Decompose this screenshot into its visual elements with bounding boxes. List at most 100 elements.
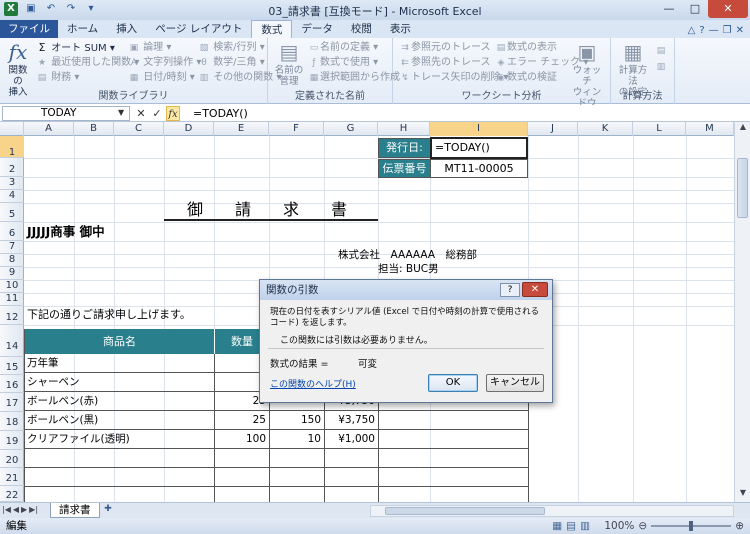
note-cell[interactable] xyxy=(379,449,529,468)
tab-data[interactable]: データ xyxy=(292,20,342,38)
row-header[interactable]: 9 xyxy=(0,267,24,280)
row-header[interactable]: 16 xyxy=(0,375,24,393)
tab-review[interactable]: 校閲 xyxy=(342,20,381,38)
zoom-slider-knob[interactable] xyxy=(689,521,694,531)
product-name-cell[interactable] xyxy=(25,468,215,487)
math-button[interactable]: θ 数学/三角 ▾ xyxy=(198,56,265,70)
trace-precedents-button[interactable]: ⇉ 参照元のトレース xyxy=(399,41,490,55)
last-sheet-icon[interactable]: ▶| xyxy=(29,505,38,514)
enter-entry-icon[interactable]: ✓ xyxy=(150,106,164,121)
row-header[interactable]: 22 xyxy=(0,486,24,502)
prev-sheet-icon[interactable]: ◀ xyxy=(13,505,19,514)
issue-date-label[interactable]: 発行日: xyxy=(378,138,431,158)
trace-dependents-button[interactable]: ⇇ 参照先のトレース xyxy=(399,56,490,70)
column-header[interactable]: B xyxy=(74,122,114,136)
close-button[interactable]: ✕ xyxy=(708,0,748,18)
row-header[interactable]: 19 xyxy=(0,431,24,450)
datetime-button[interactable]: ▦ 日付/時刻 ▾ xyxy=(128,71,195,85)
tab-view[interactable]: 表示 xyxy=(381,20,420,38)
sheet-tab-invoice[interactable]: 請求書 xyxy=(50,503,100,518)
qty-cell[interactable]: 100 xyxy=(215,430,270,449)
show-formulas-button[interactable]: ▤ 数式の表示 xyxy=(495,41,557,55)
name-manager-button[interactable]: ▤ 名前の 管理 xyxy=(274,40,304,87)
remove-arrows-button[interactable]: ↯ トレース矢印の削除 ▾ xyxy=(399,71,508,85)
vertical-scrollbar[interactable]: ▲ ▼ xyxy=(734,122,750,502)
tab-formulas[interactable]: 数式 xyxy=(251,20,293,38)
column-header[interactable]: D xyxy=(164,122,214,136)
table-header-product[interactable]: 商品名 xyxy=(25,329,215,354)
price-cell[interactable]: 150 xyxy=(270,411,325,430)
autosum-button[interactable]: Σ オート SUM ▾ xyxy=(36,41,115,55)
row-header[interactable]: 8 xyxy=(0,254,24,267)
amount-cell[interactable] xyxy=(325,449,379,468)
horizontal-scroll-thumb[interactable] xyxy=(385,507,545,515)
name-box-dropdown-icon[interactable]: ▼ xyxy=(118,108,124,117)
row-header[interactable]: 14 xyxy=(0,325,24,357)
customer-name[interactable]: JJJJJ商事 御中 xyxy=(27,222,105,241)
price-cell[interactable] xyxy=(270,487,325,502)
person-name[interactable]: 担当: BUC男 xyxy=(378,263,439,276)
column-header[interactable]: M xyxy=(686,122,734,136)
name-box[interactable]: TODAY xyxy=(2,106,130,121)
financial-button[interactable]: ▤ 財務 ▾ xyxy=(36,71,80,85)
page-break-view-icon[interactable]: ▥ xyxy=(580,518,590,534)
maximize-button[interactable]: □ xyxy=(682,0,708,18)
note-cell[interactable] xyxy=(379,487,529,502)
row-header[interactable]: 17 xyxy=(0,393,24,412)
qty-cell[interactable] xyxy=(215,468,270,487)
zoom-in-icon[interactable]: ⊕ xyxy=(735,518,744,534)
qty-cell[interactable] xyxy=(215,487,270,502)
tab-home[interactable]: ホーム xyxy=(58,20,107,38)
row-header[interactable]: 20 xyxy=(0,450,24,468)
new-sheet-icon[interactable]: ✚ xyxy=(100,504,116,517)
product-name-cell[interactable]: ボールペン(赤) xyxy=(25,392,215,411)
column-header[interactable]: J xyxy=(528,122,578,136)
vertical-scroll-thumb[interactable] xyxy=(737,158,748,218)
normal-view-icon[interactable]: ▦ xyxy=(552,518,562,534)
cancel-entry-icon[interactable]: ✕ xyxy=(134,106,148,121)
recent-functions-button[interactable]: ★ 最近使用した関数 ▾ xyxy=(36,56,139,70)
formula-input[interactable]: =TODAY() xyxy=(190,106,736,121)
row-header[interactable]: 12 xyxy=(0,306,24,325)
evaluate-formula-button[interactable]: ◉ 数式の検証 xyxy=(495,71,557,85)
zoom-slider[interactable] xyxy=(651,521,732,531)
row-header[interactable]: 21 xyxy=(0,468,24,486)
row-header[interactable]: 7 xyxy=(0,241,24,254)
amount-cell[interactable] xyxy=(325,487,379,502)
qty-cell[interactable] xyxy=(215,449,270,468)
lookup-button[interactable]: ▧ 検索/行列 ▾ xyxy=(198,41,265,55)
product-name-cell[interactable]: シャーペン xyxy=(25,373,215,392)
column-header[interactable]: L xyxy=(633,122,686,136)
row-header[interactable]: 3 xyxy=(0,177,24,190)
row-header[interactable]: 10 xyxy=(0,280,24,293)
column-header[interactable]: I xyxy=(430,122,528,136)
horizontal-scrollbar[interactable] xyxy=(370,505,734,517)
next-sheet-icon[interactable]: ▶ xyxy=(21,505,27,514)
qty-cell[interactable]: 25 xyxy=(215,411,270,430)
column-header[interactable]: E xyxy=(214,122,269,136)
row-header[interactable]: 5 xyxy=(0,203,24,222)
minimize-button[interactable]: — xyxy=(656,0,682,18)
calc-now-button[interactable]: ▤ xyxy=(655,44,667,58)
function-help-link[interactable]: この関数のヘルプ(H) xyxy=(270,377,356,390)
doc-restore-icon[interactable]: ❐ xyxy=(723,25,732,36)
scroll-down-icon[interactable]: ▼ xyxy=(735,488,750,502)
row-header[interactable]: 18 xyxy=(0,412,24,431)
help-icon[interactable]: ? xyxy=(699,25,704,36)
row-header[interactable]: 11 xyxy=(0,293,24,306)
zoom-out-icon[interactable]: ⊖ xyxy=(638,518,647,534)
column-header[interactable]: H xyxy=(378,122,430,136)
row-header[interactable]: 4 xyxy=(0,190,24,203)
define-name-button[interactable]: ▭ 名前の定義 ▾ xyxy=(308,41,378,55)
insert-function-icon[interactable]: fx xyxy=(166,106,180,121)
intro-text[interactable]: 下記の通りご請求申し上げます。 xyxy=(27,305,191,324)
zoom-level[interactable]: 100% xyxy=(604,518,634,534)
text-button[interactable]: A 文字列操作 ▾ xyxy=(128,56,201,70)
row-header[interactable]: 1 xyxy=(0,136,24,158)
select-all-corner[interactable] xyxy=(0,122,24,136)
calc-sheet-button[interactable]: ▥ xyxy=(655,60,667,74)
invoice-title[interactable]: 御 請 求 書 xyxy=(164,199,378,221)
column-header[interactable]: A xyxy=(24,122,74,136)
tab-file[interactable]: ファイル xyxy=(0,20,58,38)
note-cell[interactable] xyxy=(379,468,529,487)
